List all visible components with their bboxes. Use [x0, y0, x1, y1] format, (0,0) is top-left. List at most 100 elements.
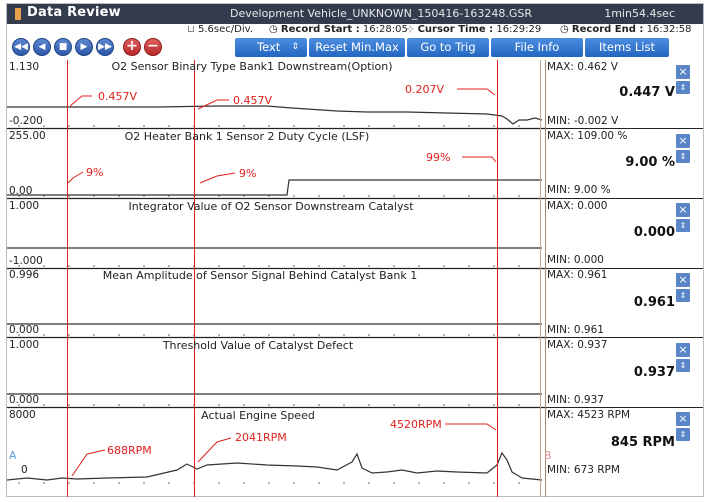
record-start: ◷ Record Start : 16:28:05: [269, 24, 408, 35]
graph-area[interactable]: 1.130 -0.200 O2 Sensor Binary Type Bank1…: [7, 60, 703, 497]
record-start-label: Record Start :: [280, 24, 360, 35]
zoom-in-button[interactable]: +: [123, 38, 141, 56]
p6-current: 845 RPM: [610, 435, 675, 450]
p1-annotation-1: 0.457V: [98, 90, 138, 103]
crosshair-icon: ⊹: [406, 24, 415, 35]
p6-annotation-1: 688RPM: [107, 444, 152, 457]
file-info-button[interactable]: File Info: [491, 38, 583, 57]
record-start-value: 16:28:05: [362, 24, 408, 35]
record-end: ◷ Record End : 16:32:58: [560, 24, 691, 35]
p1-scroll-icon[interactable]: ⇕: [676, 81, 690, 94]
p5-title: Threshold Value of Catalyst Defect: [162, 339, 354, 352]
p5-max: MAX: 0.937: [547, 339, 608, 351]
forward-button[interactable]: ▶: [75, 38, 93, 56]
go-to-trig-button[interactable]: Go to Trig: [407, 38, 489, 57]
stop-button[interactable]: ■: [54, 38, 72, 56]
p5-min: MIN: 0.937: [547, 394, 604, 406]
p2-annotation-3: 99%: [426, 151, 451, 164]
clock-icon: ◷: [269, 24, 278, 35]
p3-ymax: 1.000: [9, 200, 40, 212]
p4-close-icon[interactable]: ×: [676, 273, 690, 287]
annotation-arrow: [462, 156, 497, 163]
p5-ymin: 0.000: [9, 394, 40, 406]
p1-max: MAX: 0.462 V: [547, 61, 618, 73]
p6-max: MAX: 4523 RPM: [547, 409, 631, 421]
time-division-value: 5.6sec/Div.: [198, 24, 253, 35]
record-info-bar: ⊔ 5.6sec/Div. ◷ Record Start : 16:28:05 …: [7, 24, 703, 36]
p2-title: O2 Heater Bank 1 Sensor 2 Duty Cycle (LS…: [124, 130, 370, 143]
p2-ymin: 0.00: [9, 185, 33, 197]
rewind-button[interactable]: ◀◀: [12, 38, 30, 56]
p3-max: MAX: 0.000: [547, 200, 608, 212]
p4-scroll-icon[interactable]: ⇕: [676, 289, 690, 302]
p5-current: 0.937: [633, 365, 675, 380]
p6-annotation-3: 4520RPM: [390, 418, 442, 431]
annotation-arrow: [199, 172, 236, 184]
file-name: Development Vehicle_UNKNOWN_150416-16324…: [230, 7, 532, 20]
p3-title: Integrator Value of O2 Sensor Downstream…: [128, 200, 414, 213]
p1-close-icon[interactable]: ×: [676, 65, 690, 79]
p1-ymin: -0.200: [9, 115, 43, 127]
zoom-out-button[interactable]: −: [144, 38, 162, 56]
div-icon: ⊔: [187, 24, 195, 35]
p1-min: MIN: -0.002 V: [547, 115, 619, 127]
annotation-arrow: [445, 423, 497, 431]
p4-ymin: 0.000: [9, 324, 40, 336]
p4-title: Mean Amplitude of Sensor Signal Behind C…: [102, 269, 418, 282]
cursor-time-label: Cursor Time :: [417, 24, 494, 35]
time-division: ⊔ 5.6sec/Div.: [187, 24, 253, 35]
cursor-time-value: 16:29:29: [496, 24, 542, 35]
reset-minmax-button[interactable]: Reset Min.Max: [309, 38, 405, 57]
p5-close-icon[interactable]: ×: [676, 343, 690, 357]
data-review-window: Data Review Development Vehicle_UNKNOWN_…: [6, 3, 704, 497]
cursor-time: ⊹ Cursor Time : 16:29:29: [406, 24, 541, 35]
record-end-label: Record End :: [571, 24, 644, 35]
p2-ymax: 255.00: [9, 130, 46, 142]
annotation-arrow: [71, 449, 106, 477]
toolbar: ◀◀ ◀ ■ ▶ ▶▶ + − Text ⇕ Reset Min.Max Go …: [7, 37, 703, 59]
p2-annotation-1: 9%: [86, 166, 104, 179]
p6-scroll-icon[interactable]: ⇕: [676, 428, 690, 441]
p4-min: MIN: 0.961: [547, 324, 604, 336]
annotation-arrow: [197, 99, 229, 110]
annotation-arrow: [69, 95, 92, 107]
p2-scroll-icon[interactable]: ⇕: [676, 150, 690, 163]
p1-current: 0.447 V: [619, 85, 675, 100]
p6-min: MIN: 673 RPM: [547, 464, 620, 476]
p6-title: Actual Engine Speed: [201, 409, 315, 422]
p3-current: 0.000: [633, 225, 675, 240]
text-mode-select[interactable]: Text ⇕: [235, 38, 307, 57]
trace-line-6: [7, 451, 543, 481]
window-title: Data Review: [27, 5, 121, 20]
cursor-b-label: B: [544, 449, 552, 462]
p5-ymax: 1.000: [9, 339, 40, 351]
p3-ymin: -1.000: [9, 255, 43, 267]
p4-max: MAX: 0.961: [547, 269, 608, 281]
p4-current: 0.961: [633, 295, 675, 310]
p6-ymax: 8000: [9, 409, 36, 421]
text-mode-label: Text: [257, 40, 281, 54]
p3-close-icon[interactable]: ×: [676, 203, 690, 217]
p1-annotation-3: 0.207V: [405, 83, 445, 96]
p3-scroll-icon[interactable]: ⇕: [676, 219, 690, 232]
trace-line-1: [7, 105, 543, 125]
annotation-arrow: [457, 88, 496, 96]
title-bar: Data Review Development Vehicle_UNKNOWN_…: [7, 4, 703, 24]
select-arrows-icon: ⇕: [291, 42, 299, 52]
p3-min: MIN: 0.000: [547, 254, 604, 266]
p5-scroll-icon[interactable]: ⇕: [676, 359, 690, 372]
app-icon: [15, 8, 21, 20]
clock-icon-end: ◷: [560, 24, 569, 35]
p2-current: 9.00 %: [625, 155, 675, 170]
items-list-button[interactable]: Items List: [585, 38, 669, 57]
p6-close-icon[interactable]: ×: [676, 412, 690, 426]
p4-ymax: 0.996: [9, 269, 40, 281]
p2-max: MAX: 109.00 %: [547, 130, 628, 142]
p2-annotation-2: 9%: [239, 167, 257, 180]
trace-line-2: [7, 179, 542, 196]
p2-close-icon[interactable]: ×: [676, 134, 690, 148]
annotation-arrow: [67, 171, 84, 184]
fast-forward-button[interactable]: ▶▶: [96, 38, 114, 56]
record-duration: 1min54.4sec: [604, 7, 675, 20]
back-button[interactable]: ◀: [33, 38, 51, 56]
